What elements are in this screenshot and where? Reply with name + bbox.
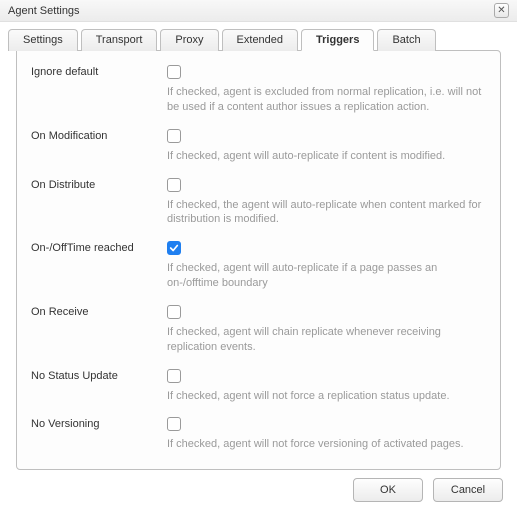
tab-batch[interactable]: Batch bbox=[377, 29, 435, 51]
trigger-checkbox[interactable] bbox=[167, 417, 181, 431]
trigger-row: No Status UpdateIf checked, agent will n… bbox=[31, 369, 486, 404]
tab-strip: SettingsTransportProxyExtendedTriggersBa… bbox=[0, 22, 517, 470]
trigger-row: On ReceiveIf checked, agent will chain r… bbox=[31, 305, 486, 355]
trigger-row: Ignore defaultIf checked, agent is exclu… bbox=[31, 65, 486, 115]
titlebar: Agent Settings ✕ bbox=[0, 0, 517, 22]
trigger-checkbox[interactable] bbox=[167, 129, 181, 143]
trigger-description: If checked, agent will not force version… bbox=[167, 437, 486, 452]
trigger-checkbox[interactable] bbox=[167, 178, 181, 192]
trigger-label: On Distribute bbox=[31, 178, 167, 191]
trigger-description: If checked, agent will not force a repli… bbox=[167, 389, 486, 404]
cancel-button[interactable]: Cancel bbox=[433, 478, 503, 502]
trigger-label: No Versioning bbox=[31, 417, 167, 430]
trigger-row: On-/OffTime reachedIf checked, agent wil… bbox=[31, 241, 486, 291]
trigger-body: If checked, the agent will auto-replicat… bbox=[167, 178, 486, 228]
trigger-checkbox[interactable] bbox=[167, 369, 181, 383]
trigger-checkbox[interactable] bbox=[167, 305, 181, 319]
tab-triggers[interactable]: Triggers bbox=[301, 29, 374, 51]
trigger-body: If checked, agent will auto-replicate if… bbox=[167, 129, 486, 164]
trigger-body: If checked, agent will chain replicate w… bbox=[167, 305, 486, 355]
trigger-description: If checked, agent is excluded from norma… bbox=[167, 85, 486, 115]
trigger-description: If checked, the agent will auto-replicat… bbox=[167, 198, 486, 228]
trigger-body: If checked, agent is excluded from norma… bbox=[167, 65, 486, 115]
trigger-body: If checked, agent will not force version… bbox=[167, 417, 486, 452]
tab-extended[interactable]: Extended bbox=[222, 29, 298, 51]
trigger-description: If checked, agent will chain replicate w… bbox=[167, 325, 486, 355]
trigger-row: On ModificationIf checked, agent will au… bbox=[31, 129, 486, 164]
trigger-checkbox[interactable] bbox=[167, 65, 181, 79]
dialog-footer: OK Cancel bbox=[353, 478, 503, 502]
trigger-label: On-/OffTime reached bbox=[31, 241, 167, 254]
trigger-row: On DistributeIf checked, the agent will … bbox=[31, 178, 486, 228]
trigger-body: If checked, agent will not force a repli… bbox=[167, 369, 486, 404]
tab-panel-triggers: Ignore defaultIf checked, agent is exclu… bbox=[16, 50, 501, 470]
trigger-body: If checked, agent will auto-replicate if… bbox=[167, 241, 486, 291]
trigger-label: On Modification bbox=[31, 129, 167, 142]
tab-settings[interactable]: Settings bbox=[8, 29, 78, 51]
trigger-description: If checked, agent will auto-replicate if… bbox=[167, 261, 486, 291]
trigger-label: On Receive bbox=[31, 305, 167, 318]
trigger-row: No VersioningIf checked, agent will not … bbox=[31, 417, 486, 452]
trigger-label: No Status Update bbox=[31, 369, 167, 382]
trigger-label: Ignore default bbox=[31, 65, 167, 78]
window-title: Agent Settings bbox=[8, 5, 80, 17]
ok-button[interactable]: OK bbox=[353, 478, 423, 502]
trigger-description: If checked, agent will auto-replicate if… bbox=[167, 149, 486, 164]
tab-transport[interactable]: Transport bbox=[81, 29, 158, 51]
tab-proxy[interactable]: Proxy bbox=[160, 29, 218, 51]
close-icon[interactable]: ✕ bbox=[494, 3, 509, 18]
trigger-checkbox[interactable] bbox=[167, 241, 181, 255]
